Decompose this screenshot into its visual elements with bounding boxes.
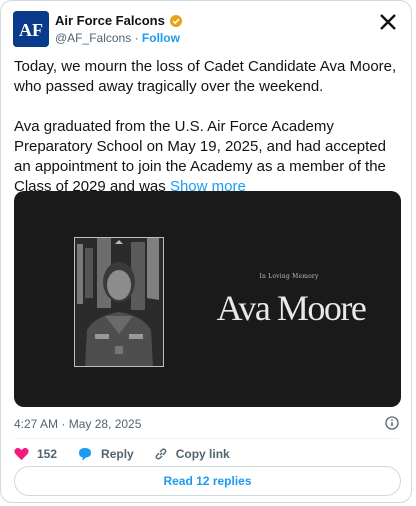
reply-icon	[79, 447, 92, 460]
display-name[interactable]: Air Force Falcons	[55, 13, 165, 29]
copy-link-button[interactable]: Copy link	[154, 447, 230, 461]
like-button[interactable]: 152	[14, 447, 57, 461]
in-loving-memory-text: In Loving Memory	[259, 273, 319, 280]
copy-link-label: Copy link	[175, 447, 230, 461]
heart-icon	[14, 447, 29, 461]
avatar[interactable]: AF	[13, 11, 49, 47]
timestamp-row: 4:27 AM · May 28, 2025	[14, 415, 401, 433]
tweet-paragraph-1: Today, we mourn the loss of Cadet Candid…	[14, 58, 397, 95]
account-names: Air Force Falcons @AF_Falcons · Follow	[55, 13, 183, 46]
x-logo-icon[interactable]	[379, 13, 397, 31]
avatar-logo-text: AF	[19, 20, 43, 40]
tweet-card: AF Air Force Falcons @AF_Falcons · Follo…	[0, 0, 412, 503]
handle[interactable]: @AF_Falcons	[55, 31, 131, 45]
action-bar: 152 Reply Copy link	[14, 445, 250, 463]
reply-button[interactable]: Reply	[77, 447, 134, 462]
read-replies-button[interactable]: Read 12 replies	[14, 466, 401, 496]
tweet-header: AF Air Force Falcons @AF_Falcons · Follo…	[13, 11, 399, 51]
timestamp[interactable]: 4:27 AM · May 28, 2025	[14, 417, 141, 431]
handle-row: @AF_Falcons · Follow	[55, 30, 183, 46]
like-count: 152	[37, 447, 58, 461]
link-icon	[155, 448, 167, 460]
verified-badge-icon	[169, 15, 182, 27]
separator: ·	[134, 31, 139, 45]
tweet-text: Today, we mourn the loss of Cadet Candid…	[14, 57, 406, 197]
memorial-portrait-photo	[74, 237, 164, 367]
tweet-media-image[interactable]: In Loving Memory Ava Moore	[14, 191, 401, 407]
follow-link[interactable]: Follow	[142, 31, 180, 45]
reply-label: Reply	[101, 447, 134, 461]
tweet-paragraph-2: Ava graduated from the U.S. Air Force Ac…	[14, 117, 406, 197]
info-icon[interactable]	[385, 416, 399, 430]
divider	[14, 438, 399, 439]
memorial-name-text: Ava Moore	[216, 288, 367, 328]
